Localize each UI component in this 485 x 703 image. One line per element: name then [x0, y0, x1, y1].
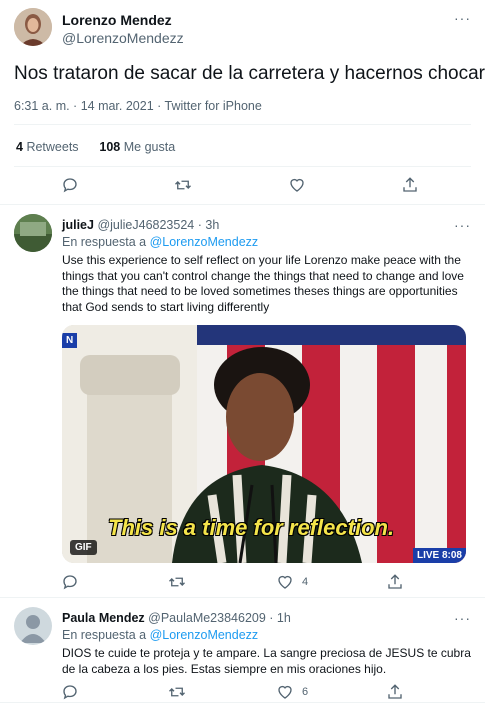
- author-name[interactable]: julieJ: [62, 218, 94, 232]
- more-icon[interactable]: ···: [454, 218, 471, 232]
- reply-header: julieJ @julieJ46823524 · 3h: [62, 218, 219, 232]
- reply-icon[interactable]: [61, 573, 79, 591]
- author-handle[interactable]: @julieJ46823524: [97, 218, 194, 232]
- gif-media[interactable]: N This is a time for reflection. GIF LIV…: [62, 325, 466, 563]
- likes-count: 108: [99, 140, 121, 154]
- reply-tweet[interactable]: julieJ @julieJ46823524 · 3h ··· En respu…: [0, 205, 485, 598]
- avatar[interactable]: [14, 214, 52, 252]
- reply-icon[interactable]: [61, 683, 79, 701]
- network-logo: N: [62, 333, 78, 348]
- reply-text: DIOS te cuide te proteja y te ampare. La…: [62, 646, 471, 676]
- reply-to-prefix: En respuesta a: [62, 235, 147, 249]
- like-icon[interactable]: [276, 573, 294, 591]
- avatar[interactable]: [14, 607, 52, 645]
- author-name[interactable]: Lorenzo Mendez: [62, 12, 172, 28]
- divider: [14, 124, 471, 125]
- likes-label: Me gusta: [123, 140, 176, 154]
- like-icon[interactable]: [288, 176, 306, 194]
- share-icon[interactable]: [386, 683, 404, 701]
- retweet-icon[interactable]: [168, 683, 186, 701]
- avatar[interactable]: [14, 8, 52, 46]
- reply-to-handle[interactable]: @LorenzoMendezz: [150, 235, 259, 249]
- author-name[interactable]: Paula Mendez: [62, 611, 145, 625]
- live-badge: LIVE 8:08: [412, 548, 466, 563]
- reply-time[interactable]: · 3h: [198, 218, 220, 232]
- reply-icon[interactable]: [61, 176, 79, 194]
- retweets-stat[interactable]: 4 Retweets: [16, 140, 79, 154]
- tweet-meta[interactable]: 6:31 a. m. · 14 mar. 2021 · Twitter for …: [14, 99, 262, 113]
- author-handle[interactable]: @LorenzoMendezz: [62, 30, 184, 46]
- reply-context: En respuesta a @LorenzoMendezz: [62, 628, 258, 642]
- gif-badge: GIF: [70, 540, 97, 555]
- divider: [14, 166, 471, 167]
- reply-time[interactable]: · 1h: [269, 611, 291, 625]
- like-count: 4: [302, 576, 309, 588]
- more-icon[interactable]: ···: [454, 11, 471, 25]
- retweets-label: Retweets: [26, 140, 79, 154]
- reply-context: En respuesta a @LorenzoMendezz: [62, 235, 258, 249]
- like-count: 6: [302, 686, 309, 698]
- reply-tweet[interactable]: Paula Mendez @PaulaMe23846209 · 1h ··· E…: [0, 598, 485, 703]
- likes-stat[interactable]: 108 Me gusta: [99, 140, 175, 154]
- more-icon[interactable]: ···: [454, 611, 471, 625]
- reply-header: Paula Mendez @PaulaMe23846209 · 1h: [62, 611, 291, 625]
- retweet-icon[interactable]: [174, 176, 192, 194]
- reply-to-handle[interactable]: @LorenzoMendezz: [150, 628, 259, 642]
- main-tweet: Lorenzo Mendez @LorenzoMendezz ··· Nos t…: [0, 0, 485, 205]
- tweet-text: Nos trataron de sacar de la carretera y …: [14, 63, 485, 84]
- gif-caption: This is a time for reflection.: [108, 515, 395, 540]
- author-handle[interactable]: @PaulaMe23846209: [148, 611, 266, 625]
- retweets-count: 4: [16, 140, 23, 154]
- tweet-actions: [0, 176, 485, 198]
- like-icon[interactable]: [276, 683, 294, 701]
- retweet-icon[interactable]: [168, 573, 186, 591]
- reply-text: Use this experience to self reflect on y…: [62, 253, 464, 314]
- share-icon[interactable]: [401, 176, 419, 194]
- reply-to-prefix: En respuesta a: [62, 628, 147, 642]
- tweet-stats: 4 Retweets 108 Me gusta: [16, 140, 175, 154]
- share-icon[interactable]: [386, 573, 404, 591]
